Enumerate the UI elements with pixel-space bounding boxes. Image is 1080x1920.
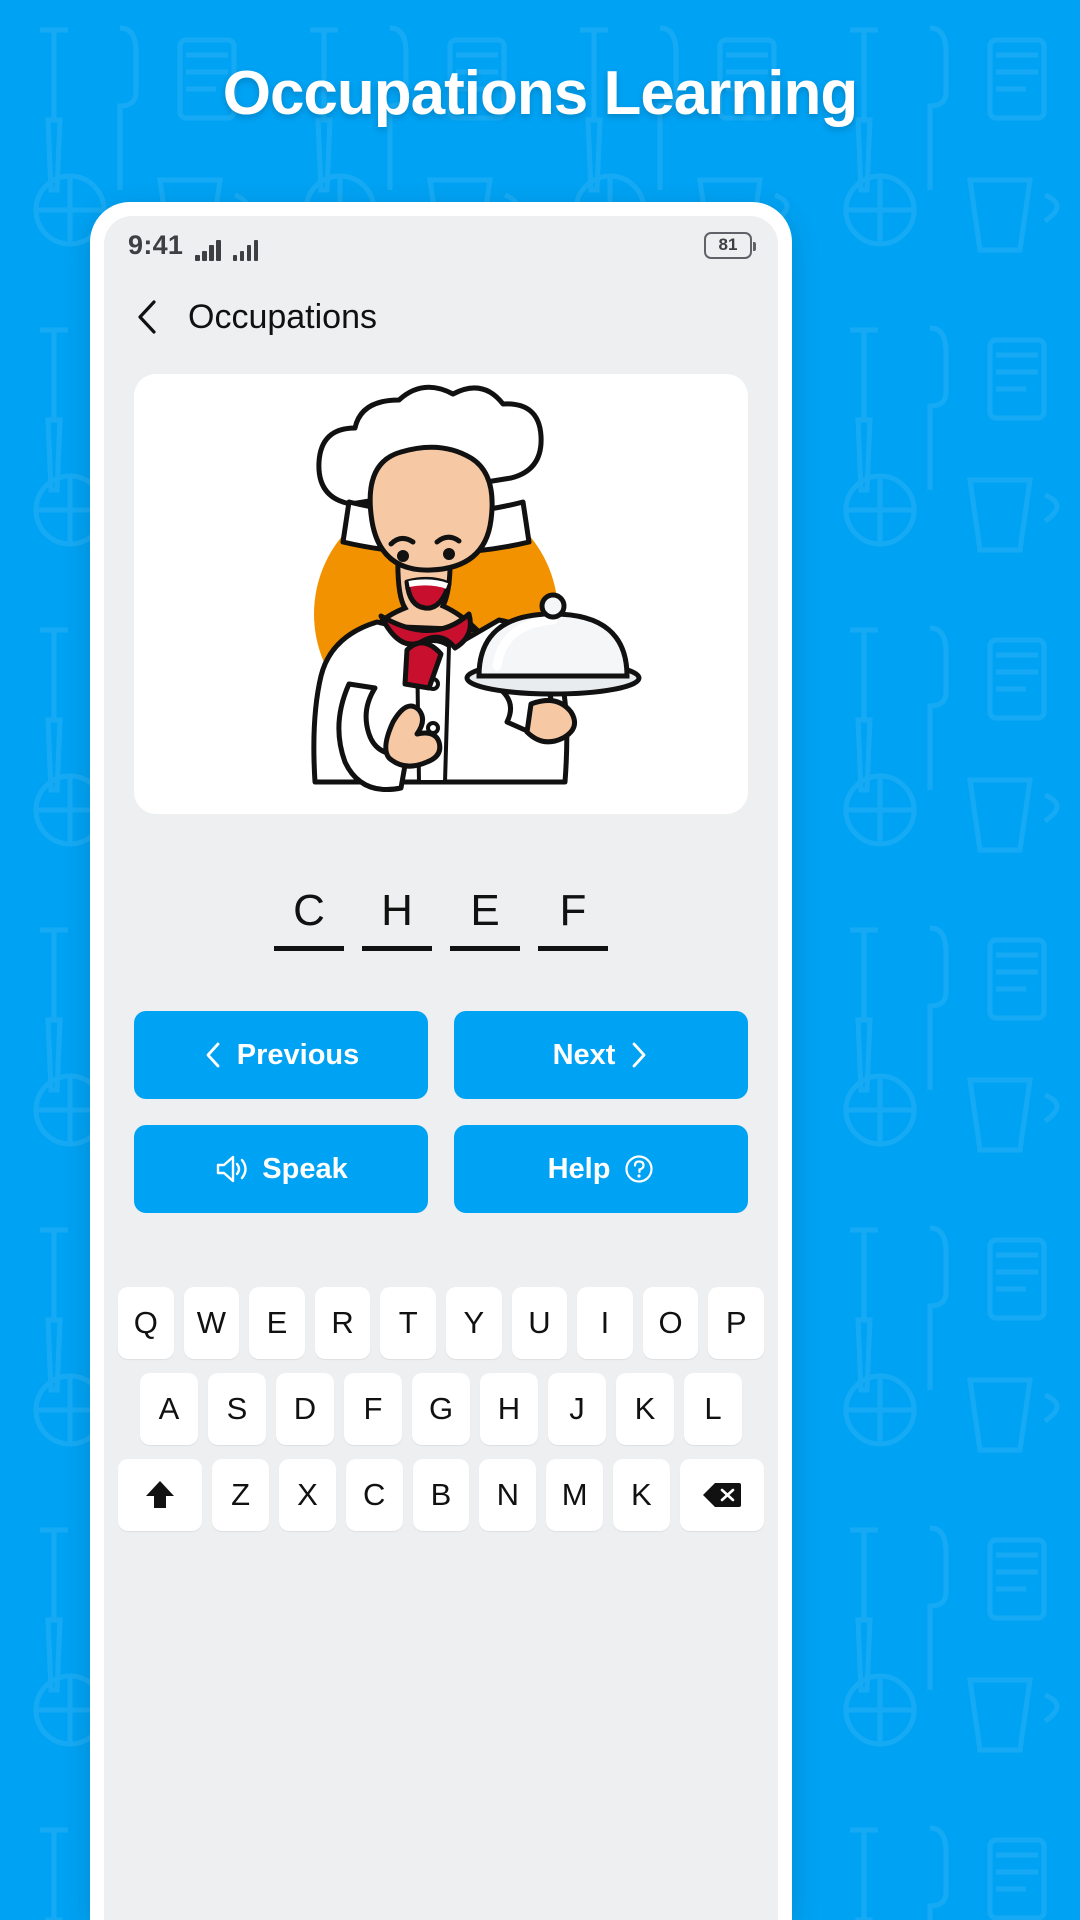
- action-buttons: Previous Next Speak Help: [134, 1011, 748, 1213]
- next-button[interactable]: Next: [454, 1011, 748, 1099]
- key-y[interactable]: Y: [446, 1287, 502, 1359]
- chevron-left-icon: [203, 1041, 223, 1069]
- letter-slot: H: [362, 886, 432, 951]
- key-p[interactable]: P: [708, 1287, 764, 1359]
- key-b[interactable]: B: [412, 1459, 470, 1531]
- key-l[interactable]: L: [684, 1373, 742, 1445]
- illustration-card: [134, 374, 748, 814]
- key-k[interactable]: K: [616, 1373, 674, 1445]
- phone-screen: 9:41 81 Occupations C H E F Previous Nex…: [104, 216, 778, 1920]
- key-s[interactable]: S: [208, 1373, 266, 1445]
- next-button-label: Next: [552, 1038, 616, 1071]
- key-m[interactable]: M: [546, 1459, 603, 1531]
- phone-frame: 9:41 81 Occupations C H E F Previous Nex…: [90, 202, 792, 1920]
- key-d[interactable]: D: [276, 1373, 334, 1445]
- key-j[interactable]: J: [548, 1373, 606, 1445]
- word-display: C H E F: [104, 886, 778, 951]
- nav-bar: Occupations: [104, 274, 778, 360]
- letter-slot: C: [274, 886, 344, 951]
- key-o[interactable]: O: [642, 1287, 699, 1359]
- backspace-delete-icon: [702, 1483, 741, 1507]
- battery-icon: 81: [704, 231, 756, 259]
- key-u[interactable]: U: [511, 1287, 568, 1359]
- chevron-right-icon: [629, 1041, 649, 1069]
- page-title: Occupations Learning: [222, 59, 859, 128]
- key-e[interactable]: E: [249, 1287, 305, 1359]
- status-time: 9:41: [128, 229, 184, 260]
- key-c[interactable]: C: [345, 1459, 403, 1531]
- question-circle-icon: [624, 1154, 654, 1184]
- on-screen-keyboard: Q W E R T Y U I O P A S D F G H J K L Z …: [104, 1287, 778, 1565]
- speak-button[interactable]: Speak: [134, 1125, 428, 1213]
- help-button-label: Help: [547, 1152, 611, 1185]
- keyboard-row-2: A S D F G H J K L: [118, 1373, 764, 1445]
- key-x[interactable]: X: [279, 1459, 336, 1531]
- shift-up-arrow-icon: [146, 1481, 175, 1508]
- key-i[interactable]: I: [577, 1287, 633, 1359]
- key-z[interactable]: Z: [212, 1459, 270, 1531]
- previous-button[interactable]: Previous: [134, 1011, 428, 1099]
- key-t[interactable]: T: [380, 1287, 436, 1359]
- key-r[interactable]: R: [314, 1287, 371, 1359]
- keyboard-row-3: Z X C B N M K: [118, 1459, 765, 1531]
- signal-bars-icon: [232, 239, 259, 261]
- battery-level-label: 81: [718, 235, 738, 254]
- shift-key[interactable]: [118, 1459, 203, 1531]
- previous-button-label: Previous: [236, 1038, 360, 1071]
- backspace-key[interactable]: [679, 1459, 765, 1531]
- chef-illustration: [311, 384, 642, 792]
- keyboard-row-1: Q W E R T Y U I O P: [118, 1287, 764, 1359]
- letter-slot: E: [450, 886, 520, 951]
- letter-slot: F: [538, 886, 608, 951]
- key-a[interactable]: A: [140, 1373, 198, 1445]
- key-g[interactable]: G: [412, 1373, 470, 1445]
- chevron-left-icon[interactable]: [134, 299, 160, 335]
- key-k-alt[interactable]: K: [613, 1459, 670, 1531]
- nav-title: Occupations: [188, 297, 377, 336]
- help-button[interactable]: Help: [454, 1125, 748, 1213]
- speak-button-label: Speak: [262, 1152, 348, 1185]
- speaker-icon: [214, 1154, 248, 1184]
- key-n[interactable]: N: [479, 1459, 537, 1531]
- key-f[interactable]: F: [344, 1373, 402, 1445]
- status-bar: 9:41 81: [104, 216, 778, 274]
- status-bar-left: 9:41: [128, 229, 259, 261]
- key-w[interactable]: W: [183, 1287, 240, 1359]
- signal-bars-icon: [195, 239, 221, 261]
- key-q[interactable]: Q: [118, 1287, 174, 1359]
- key-h[interactable]: H: [480, 1373, 538, 1445]
